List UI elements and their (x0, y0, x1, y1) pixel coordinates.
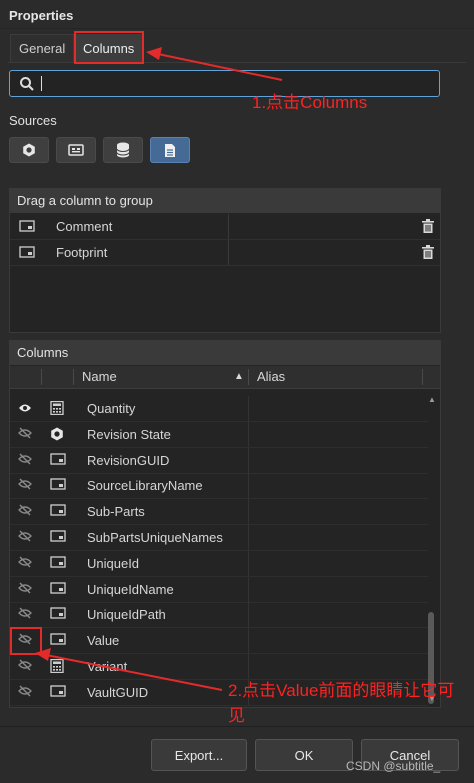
annotation-arrows (35, 47, 283, 691)
annotation-step1: 1.点击Columns (252, 93, 368, 112)
watermark: CSDN @subtitle_ (346, 759, 441, 773)
annotation-step2: 2.点击Value前面的眼睛让它可见 (228, 681, 455, 725)
